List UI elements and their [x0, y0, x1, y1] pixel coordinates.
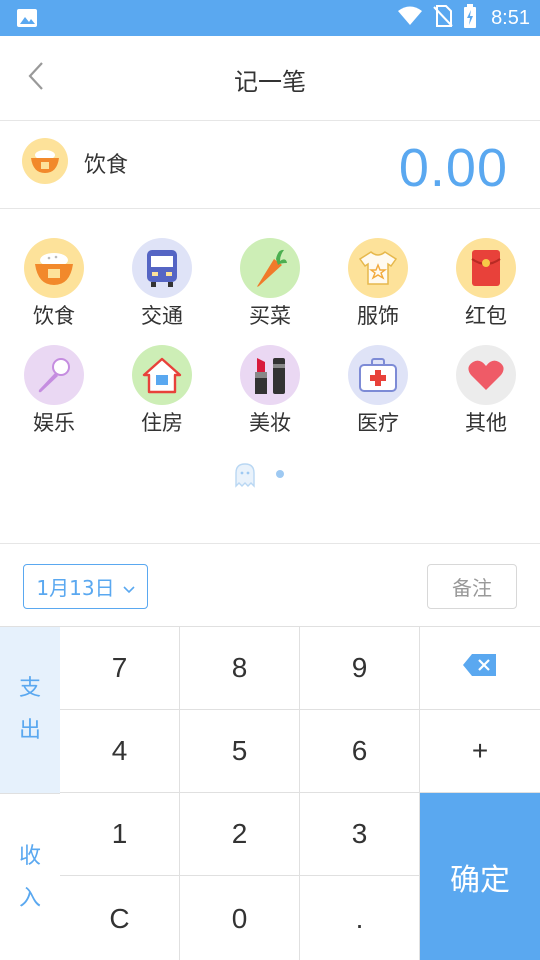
category-housing[interactable]: 住房 — [112, 329, 212, 435]
category-label: 医疗 — [357, 411, 399, 435]
amount-row: 饮食 0.00 — [0, 121, 540, 209]
key-0[interactable]: 0 — [180, 876, 300, 960]
category-label: 服饰 — [357, 304, 399, 328]
category-label: 饮食 — [33, 304, 75, 328]
category-label: 买菜 — [249, 304, 291, 328]
no-sim-icon — [433, 5, 453, 31]
ghost-icon — [232, 462, 258, 492]
category-makeup[interactable]: 美妆 — [220, 329, 320, 435]
date-label: 1月13日 — [36, 576, 115, 600]
key-6[interactable]: 6 — [300, 710, 420, 793]
note-button[interactable]: 备注 — [427, 564, 517, 609]
key-8[interactable]: 8 — [180, 627, 300, 710]
house-icon — [132, 345, 192, 405]
key-3[interactable]: 3 — [300, 793, 420, 876]
category-entertainment[interactable]: 娱乐 — [4, 329, 104, 435]
income-char-1: 收 — [18, 843, 41, 869]
lipstick-icon — [240, 345, 300, 405]
key-2[interactable]: 2 — [180, 793, 300, 876]
date-note-row: 1月13日 备注 — [0, 543, 540, 626]
status-bar: 8:51 — [0, 0, 540, 36]
image-notification-icon — [16, 8, 38, 28]
expense-tab[interactable]: 支 出 — [0, 627, 60, 793]
category-food[interactable]: 饮食 — [4, 222, 104, 328]
date-picker-button[interactable]: 1月13日 — [23, 564, 148, 609]
key-plus[interactable]: + — [420, 710, 540, 793]
category-clothing[interactable]: 服饰 — [328, 222, 428, 328]
page-dot[interactable] — [276, 470, 284, 478]
expense-char-1: 支 — [18, 676, 41, 701]
heart-icon — [456, 345, 516, 405]
header: 记一笔 — [0, 36, 540, 121]
rice-bowl-icon — [24, 238, 84, 298]
page-indicator — [0, 460, 540, 490]
income-tab[interactable]: 收 入 — [0, 793, 60, 960]
status-time: 8:51 — [491, 6, 530, 29]
wifi-icon — [397, 6, 423, 30]
selected-category-name: 饮食 — [84, 153, 129, 178]
amount-display: 0.00 — [398, 138, 508, 198]
key-7[interactable]: 7 — [60, 627, 180, 710]
bus-icon — [132, 238, 192, 298]
key-4[interactable]: 4 — [60, 710, 180, 793]
expense-char-2: 出 — [18, 718, 41, 743]
category-label: 美妆 — [249, 411, 291, 435]
page-title: 记一笔 — [234, 68, 306, 96]
first-aid-kit-icon — [348, 345, 408, 405]
key-9[interactable]: 9 — [300, 627, 420, 710]
shirt-icon — [348, 238, 408, 298]
keypad: 支 出 收 入 7 8 9 4 5 6 + 1 2 3 C 0 . 确定 — [0, 626, 540, 960]
category-transport[interactable]: 交通 — [112, 222, 212, 328]
category-other[interactable]: 其他 — [436, 329, 536, 435]
key-clear[interactable]: C — [60, 876, 180, 960]
category-groceries[interactable]: 买菜 — [220, 222, 320, 328]
key-dot[interactable]: . — [300, 876, 420, 960]
confirm-button[interactable]: 确定 — [420, 793, 540, 960]
backspace-icon — [462, 652, 498, 684]
key-5[interactable]: 5 — [180, 710, 300, 793]
category-label: 娱乐 — [33, 411, 75, 435]
income-char-2: 入 — [18, 885, 41, 911]
type-toggle: 支 出 收 入 — [0, 627, 60, 960]
key-1[interactable]: 1 — [60, 793, 180, 876]
category-red-envelope[interactable]: 红包 — [436, 222, 536, 328]
red-envelope-icon — [456, 238, 516, 298]
chevron-down-icon — [123, 575, 135, 599]
backspace-button[interactable] — [420, 627, 540, 710]
carrot-icon — [240, 238, 300, 298]
category-label: 红包 — [465, 304, 507, 328]
battery-charging-icon — [463, 4, 477, 32]
rice-bowl-icon — [22, 138, 68, 184]
category-medical[interactable]: 医疗 — [328, 329, 428, 435]
microphone-icon — [24, 345, 84, 405]
category-label: 交通 — [141, 304, 183, 328]
category-label: 住房 — [141, 411, 183, 435]
category-label: 其他 — [465, 411, 507, 435]
